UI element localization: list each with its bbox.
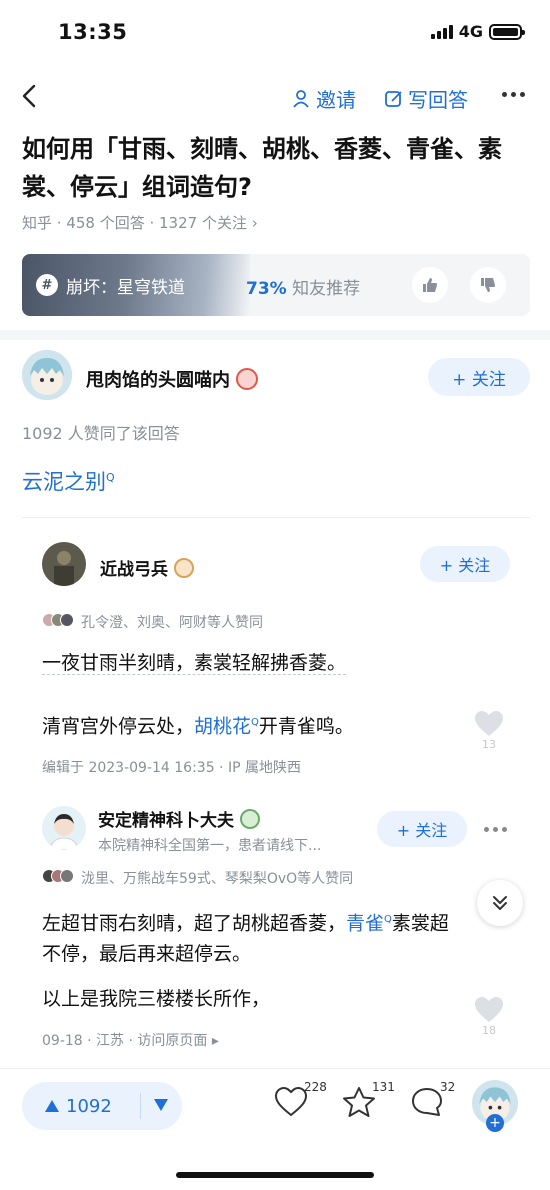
home-indicator xyxy=(176,1172,374,1178)
thumbs-up-icon xyxy=(423,278,437,292)
status-time: 13:35 xyxy=(58,20,128,44)
likers-text: 孔令澄、刘奥、阿财等人赞同 xyxy=(81,615,263,631)
answer-author[interactable]: 甩肉馅的头圆喵内 xyxy=(86,366,258,392)
topic-banner[interactable]: # 崩坏：星穹铁道 73% 知友推荐 xyxy=(22,254,530,316)
downvote-button[interactable] xyxy=(141,1096,169,1117)
avatar[interactable] xyxy=(42,806,86,850)
vote-control[interactable]: 1092 xyxy=(22,1082,182,1130)
invite-button[interactable]: 邀请 xyxy=(292,84,356,113)
topic-tag[interactable]: # 崩坏：星穹铁道 xyxy=(22,254,250,316)
agree-count-text: 1092 人赞同了该回答 xyxy=(22,424,180,443)
liker-avatars xyxy=(42,869,74,887)
comment-line: 左超甘雨右刻晴，超了胡桃超香菱，青雀Q素裳超 xyxy=(42,905,482,938)
author-badge-icon xyxy=(174,557,194,578)
comment-link[interactable]: 青雀 xyxy=(346,912,384,934)
heart-icon xyxy=(475,997,503,1022)
status-indicators: 4G xyxy=(430,22,525,41)
topic-tag-label: 崩坏：星穹铁道 xyxy=(66,277,185,298)
like-count: 228 xyxy=(304,1080,327,1094)
comment-line: 一夜甘雨半刻晴，素裳轻解拂香菱。 xyxy=(42,648,382,678)
follow-button[interactable]: + 关注 xyxy=(428,358,530,396)
star-icon xyxy=(343,1087,375,1117)
comment-like-count: 18 xyxy=(482,1024,496,1037)
comment-count: 32 xyxy=(440,1080,456,1094)
content-separator xyxy=(22,517,530,518)
comment-text: 不停，最后再来超停云。 xyxy=(42,943,252,965)
write-answer-button[interactable]: 写回答 xyxy=(384,84,468,113)
comment-text: 清宵宫外停云处， xyxy=(42,715,195,738)
follow-button[interactable]: + 关注 xyxy=(377,811,467,847)
invite-label: 邀请 xyxy=(316,88,356,112)
recommend-rate: 73% 知友推荐 xyxy=(246,274,360,299)
comment-author-subtitle: 本院精神科全国第一，患者请线下... xyxy=(98,838,322,854)
comment-like[interactable]: 18 xyxy=(474,996,504,1037)
favorite-count: 131 xyxy=(372,1080,395,1094)
likers-row[interactable]: 泷里、万熊战车59式、琴梨梨OvO等人赞同 xyxy=(42,868,353,888)
likers-row[interactable]: 孔令澄、刘奥、阿财等人赞同 xyxy=(42,612,263,632)
comment-meta: 编辑于 2023-09-14 16:35 · IP 属地陕西 xyxy=(42,760,301,776)
search-icon: Q xyxy=(384,914,392,925)
edit-icon xyxy=(385,90,402,107)
collapse-button[interactable] xyxy=(477,880,523,926)
double-chevron-down-icon xyxy=(493,896,507,910)
author-follow-avatar[interactable]: + xyxy=(472,1080,518,1132)
triangle-down-icon xyxy=(154,1098,168,1111)
comment-text: 以上是我院三楼楼长所作， xyxy=(42,988,271,1010)
triangle-up-icon xyxy=(45,1100,59,1112)
likers-text: 泷里、万熊战车59式、琴梨梨OvO等人赞同 xyxy=(81,871,354,887)
search-icon: Q xyxy=(251,717,259,728)
follow-button[interactable]: + 关注 xyxy=(420,546,510,582)
thumbs-down-icon xyxy=(481,278,495,292)
comment-button[interactable]: 32 xyxy=(410,1080,455,1118)
comment-text: 左超甘雨右刻晴，超了胡桃超香菱， xyxy=(42,912,347,935)
comment-like[interactable]: 13 xyxy=(474,710,504,751)
author-badge-icon xyxy=(236,368,258,390)
hashtag-icon: # xyxy=(36,274,58,296)
signal-icon xyxy=(430,24,453,39)
upvote-button[interactable]: 1092 xyxy=(22,1096,140,1117)
section-divider xyxy=(0,330,550,340)
answer-content-link[interactable]: 云泥之别 xyxy=(22,470,106,494)
author-badge-icon xyxy=(240,808,260,829)
network-label: 4G xyxy=(458,22,483,41)
like-button[interactable]: 228 xyxy=(274,1080,327,1118)
comment-author[interactable]: 近战弓兵 xyxy=(100,555,194,580)
heart-icon xyxy=(475,711,503,736)
avatar[interactable] xyxy=(22,350,72,400)
liker-avatars xyxy=(42,613,74,631)
answer-author-name: 甩肉馅的头圆喵内 xyxy=(86,370,230,391)
battery-icon xyxy=(489,23,525,40)
comment-link[interactable]: 胡桃花 xyxy=(194,715,251,737)
favorite-button[interactable]: 131 xyxy=(342,1080,395,1118)
person-add-icon xyxy=(293,89,309,108)
more-icon[interactable] xyxy=(502,92,525,97)
comment-author[interactable]: 安定精神科卜大夫 xyxy=(98,806,260,831)
avatar[interactable] xyxy=(42,542,86,586)
question-meta[interactable]: 知乎 · 458 个回答 · 1327 个关注 › xyxy=(22,212,258,233)
thumbs-down-button[interactable] xyxy=(470,267,506,303)
recommend-percent: 73% xyxy=(246,279,287,299)
comment-like-count: 13 xyxy=(482,738,496,751)
upvote-count: 1092 xyxy=(66,1095,112,1117)
search-icon: Q xyxy=(106,471,115,484)
thumbs-up-button[interactable] xyxy=(412,267,448,303)
back-icon[interactable] xyxy=(20,84,38,108)
more-icon[interactable] xyxy=(484,827,507,832)
recommend-label: 知友推荐 xyxy=(292,279,361,299)
write-answer-label: 写回答 xyxy=(408,88,468,112)
comment-text: 素裳超 xyxy=(391,912,449,935)
comment-bubble-icon xyxy=(412,1088,442,1116)
comment-author-name: 安定精神科卜大夫 xyxy=(98,811,234,831)
question-title[interactable]: 如何用「甘雨、刻晴、胡桃、香菱、青雀、素裳、停云」组词造句? xyxy=(22,130,522,206)
comment-text: 开青雀鸣。 xyxy=(258,715,354,738)
comment-author-name: 近战弓兵 xyxy=(100,560,168,580)
comment-text: 一夜甘雨半刻晴，素裳轻解拂香菱。 xyxy=(42,652,347,675)
heart-icon xyxy=(274,1086,308,1117)
comment-line: 清宵宫外停云处，胡桃花Q开青雀鸣。 xyxy=(42,708,402,741)
plus-icon: + xyxy=(486,1114,504,1132)
answer-content[interactable]: 云泥之别Q xyxy=(22,466,115,496)
comment-meta[interactable]: 09-18 · 江苏 · 访问原页面 ▸ xyxy=(42,1030,219,1050)
